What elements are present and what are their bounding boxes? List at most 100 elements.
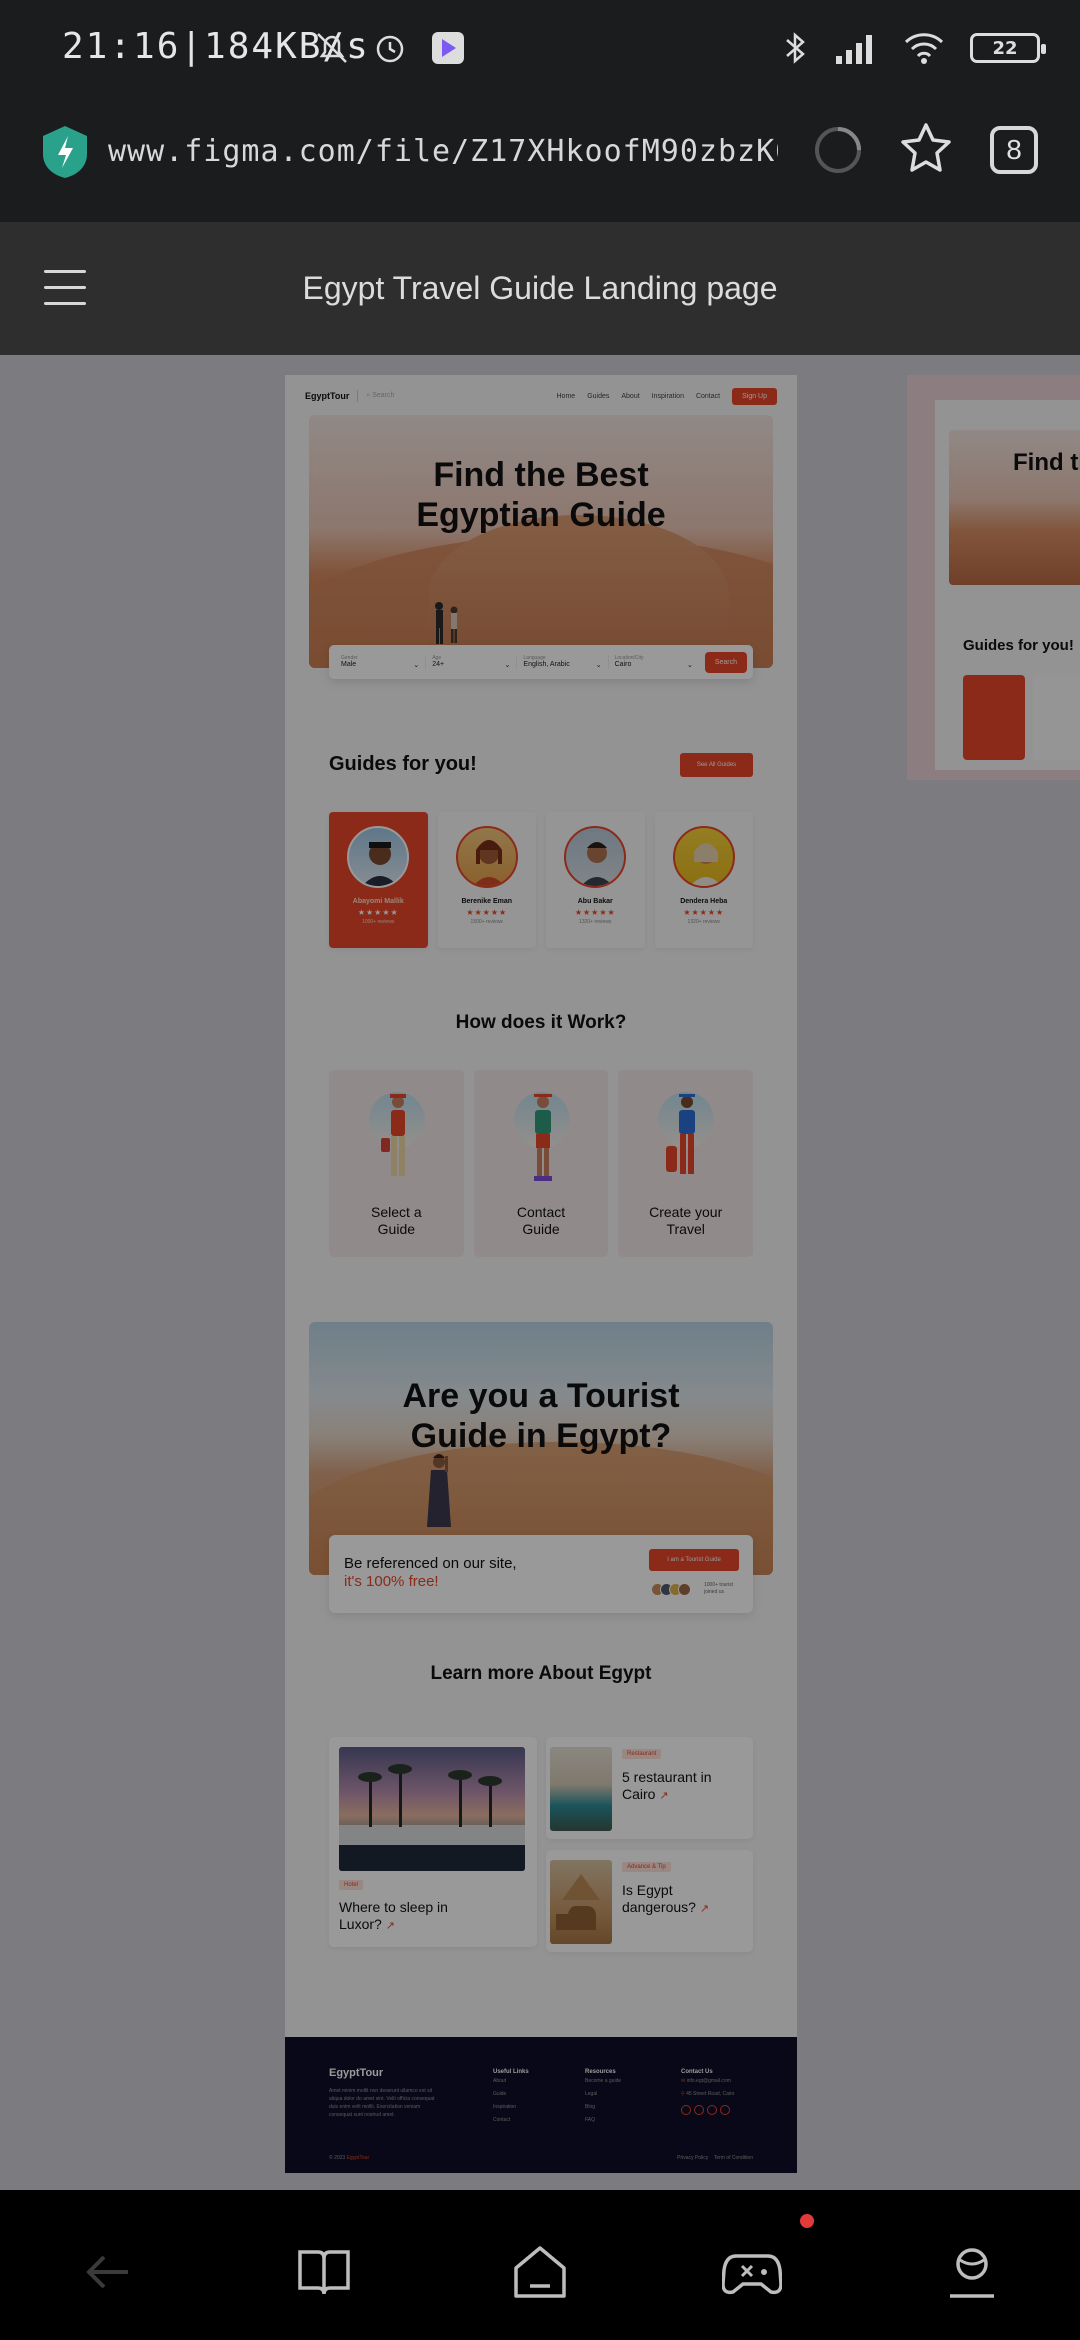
i-am-tourist-guide-button[interactable]: I am a Tourist Guide (649, 1549, 739, 1571)
chevron-down-icon: ⌄ (504, 662, 511, 669)
rating-stars: ★★★★★ (683, 908, 725, 917)
copyright: © 2023 EgyptTour (329, 2155, 370, 2161)
footer-contact: Contact Us ✉ info.egt@gmail.com ⚲ 45 Str… (681, 2069, 734, 2121)
tourist-guide-title: Are you a Tourist Guide in Egypt? (402, 1377, 680, 1455)
category-tag: Advance & Tip (622, 1862, 671, 1872)
avatar (455, 826, 518, 888)
restaurant-image (550, 1747, 612, 1831)
side-frame-preview[interactable]: Find the Best Egyptian Guides for you! (907, 375, 1080, 780)
location-select[interactable]: Location/City Cairo ⌄ (609, 655, 699, 669)
guide-card[interactable]: Abu Bakar ★★★★★ 1320+ reviews (546, 812, 645, 948)
alarm-icon (376, 35, 404, 63)
nav-link-guides[interactable]: Guides (587, 393, 609, 400)
guides-list: Abayomi Mallik ★★★★★ 1000+ reviews Beren… (329, 812, 753, 948)
language-select[interactable]: Language English, Arabic ⌄ (517, 655, 609, 669)
footer-resources: Resources Become a guide Legal Blog FAQ (585, 2069, 621, 2127)
tourist-illustration (666, 1094, 696, 1174)
guide-card[interactable]: Abayomi Mallik ★★★★★ 1000+ reviews (329, 812, 428, 948)
signal-icon (836, 35, 872, 64)
wifi-icon (904, 33, 944, 64)
reload-icon[interactable] (812, 124, 864, 176)
tourist-guide-cta: Be referenced on our site, it's 100% fre… (329, 1535, 753, 1613)
footer-link[interactable]: About (493, 2075, 529, 2088)
age-select[interactable]: Age 24+ ⌄ (426, 655, 518, 669)
article-card[interactable]: Advance & Tip Is Egypt dangerous? ↗ (546, 1850, 753, 1952)
site-logo: EgyptTour (305, 391, 350, 401)
nav-link-home[interactable]: Home (557, 393, 576, 400)
nav-link-contact[interactable]: Contact (696, 393, 720, 400)
book-icon[interactable] (294, 2242, 354, 2302)
signup-button[interactable]: Sign Up (732, 387, 777, 405)
how-it-works-steps: Select a Guide Contact Guide Create your Tr… (329, 1070, 754, 1257)
battery-icon: 22 (970, 33, 1046, 63)
article-card[interactable]: Hotel Where to sleep in Luxor? ↗ (329, 1737, 537, 1947)
terms-link[interactable]: Term of Condition (714, 2155, 753, 2161)
tourist-illustration (381, 1094, 406, 1176)
footer-link[interactable]: Guide (493, 2088, 529, 2101)
footer-useful-links: Useful Links About Guide Inspiration Con… (493, 2069, 529, 2127)
step-card: Select a Guide (329, 1070, 464, 1257)
home-icon[interactable] (510, 2242, 570, 2302)
bookmark-star-icon[interactable] (898, 120, 954, 176)
gender-select[interactable]: Gender Male ⌄ (335, 655, 427, 669)
rating-stars: ★★★★★ (574, 908, 616, 917)
footer-description: Amet minim mollit non deserunt ullamco e… (329, 2088, 435, 2118)
sphinx-image (550, 1860, 612, 1944)
nav-search[interactable]: ⌕ Search (366, 392, 394, 400)
bluetooth-icon (786, 32, 805, 64)
rating-stars: ★★★★★ (466, 908, 508, 917)
rating-stars: ★★★★★ (357, 908, 399, 917)
instagram-icon[interactable] (707, 2105, 717, 2115)
guide-card[interactable]: Berenike Eman ★★★★★ 1500+ reviews (437, 812, 536, 948)
footer-link[interactable]: Blog (585, 2101, 621, 2114)
hero-title: Find the Best Egyptian Guide (416, 456, 666, 534)
muted-bell-icon (317, 33, 347, 63)
avatar (347, 826, 410, 888)
status-bar: 21:16|184KB/s 22 (0, 0, 1080, 100)
figma-canvas[interactable]: EgyptTour ⌕ Search Home Guides About Ins… (0, 355, 1080, 2190)
linkedin-icon[interactable] (720, 2105, 730, 2115)
search-button[interactable]: Search (704, 651, 747, 673)
design-frame[interactable]: EgyptTour ⌕ Search Home Guides About Ins… (285, 375, 797, 2173)
file-title: Egypt Travel Guide Landing page (302, 270, 778, 306)
footer-link[interactable]: Inspiration (493, 2101, 529, 2114)
articles-grid: Hotel Where to sleep in Luxor? ↗ Restaur… (329, 1737, 753, 1952)
chevron-down-icon: ⌄ (413, 662, 420, 669)
footer-link[interactable]: Become a guide (585, 2075, 621, 2088)
location-pin-icon: ⚲ (681, 2091, 685, 2097)
article-card[interactable]: Restaurant 5 restaurant in Cairo ↗ (546, 1737, 753, 1839)
url-field[interactable]: www.figma.com/file/Z17XHkoofM90zbzK6uEsS… (108, 134, 778, 169)
guide-card[interactable]: Dendera Heba ★★★★★ 1320+ reviews (654, 812, 753, 948)
step-card: Create your Travel (618, 1070, 754, 1257)
avatar (564, 826, 627, 888)
step-card: Contact Guide (473, 1070, 609, 1257)
joined-avatars (651, 1583, 691, 1596)
article-title: 5 restaurant in Cairo ↗ (622, 1769, 712, 1802)
chevron-down-icon: ⌄ (595, 662, 602, 669)
hotel-image (339, 1747, 525, 1871)
guide-search-box: Gender Male ⌄ Age 24+ ⌄ Language English, Ara… (329, 645, 753, 679)
twitter-icon[interactable] (694, 2105, 704, 2115)
profile-icon[interactable] (942, 2242, 1002, 2302)
arrow-up-right-icon: ↗ (659, 1790, 669, 1802)
tab-count-button[interactable]: 8 (990, 126, 1038, 174)
footer-link[interactable]: Legal (585, 2088, 621, 2101)
footer-link[interactable]: Contact (493, 2114, 529, 2127)
browser-url-bar: www.figma.com/file/Z17XHkoofM90zbzK6uEsS… (0, 100, 1080, 222)
privacy-link[interactable]: Privacy Policy (677, 2155, 708, 2161)
guides-heading: Guides for you! (329, 753, 477, 775)
shield-icon[interactable] (40, 124, 90, 180)
site-nav: EgyptTour ⌕ Search Home Guides About Ins… (305, 383, 777, 409)
facebook-icon[interactable] (681, 2105, 691, 2115)
category-tag: Restaurant (622, 1749, 662, 1759)
category-tag: Hotel (339, 1880, 364, 1890)
back-arrow-icon[interactable] (78, 2242, 138, 2302)
see-all-guides-button[interactable]: See All Guides (680, 753, 753, 777)
game-controller-icon[interactable] (722, 2242, 782, 2302)
nav-link-inspiration[interactable]: Inspiration (652, 393, 684, 400)
travelers-image (435, 602, 458, 644)
footer-link[interactable]: FAQ (585, 2114, 621, 2127)
how-it-works-heading: How does it Work? (455, 1012, 627, 1033)
arrow-up-right-icon: ↗ (385, 1920, 395, 1932)
nav-link-about[interactable]: About (621, 393, 639, 400)
